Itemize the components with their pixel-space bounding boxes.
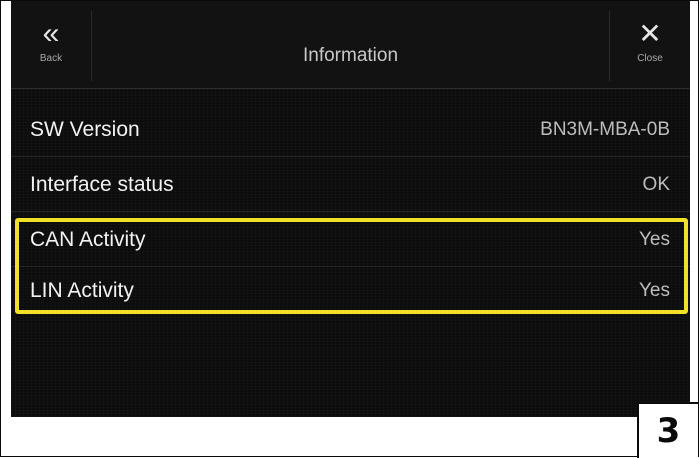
back-button[interactable]: « Back: [11, 11, 92, 81]
info-row-can-activity: CAN Activity Yes: [11, 214, 690, 267]
head-unit-screen: « Back Information ✕ Close SW Version BN…: [11, 1, 690, 417]
row-value: Yes: [639, 229, 670, 250]
info-row-interface-status: Interface status OK: [11, 159, 690, 212]
figure-frame: « Back Information ✕ Close SW Version BN…: [0, 0, 699, 458]
row-label: LIN Activity: [30, 279, 134, 302]
close-button[interactable]: ✕ Close: [609, 11, 690, 81]
close-label: Close: [637, 53, 663, 64]
row-label: CAN Activity: [30, 228, 146, 251]
row-label: SW Version: [30, 118, 140, 141]
info-row-sw-version: SW Version BN3M-MBA-0B: [11, 104, 690, 157]
double-chevron-left-icon: «: [42, 17, 60, 50]
close-icon: ✕: [638, 18, 662, 49]
back-label: Back: [39, 53, 63, 64]
page-title: Information: [302, 45, 399, 66]
row-value: OK: [642, 174, 670, 195]
row-value: Yes: [639, 280, 670, 301]
step-number: 3: [637, 402, 698, 458]
info-row-lin-activity: LIN Activity Yes: [11, 265, 690, 317]
header-bar: « Back Information ✕ Close: [11, 1, 690, 89]
row-value: BN3M-MBA-0B: [540, 119, 670, 140]
row-label: Interface status: [30, 173, 174, 196]
